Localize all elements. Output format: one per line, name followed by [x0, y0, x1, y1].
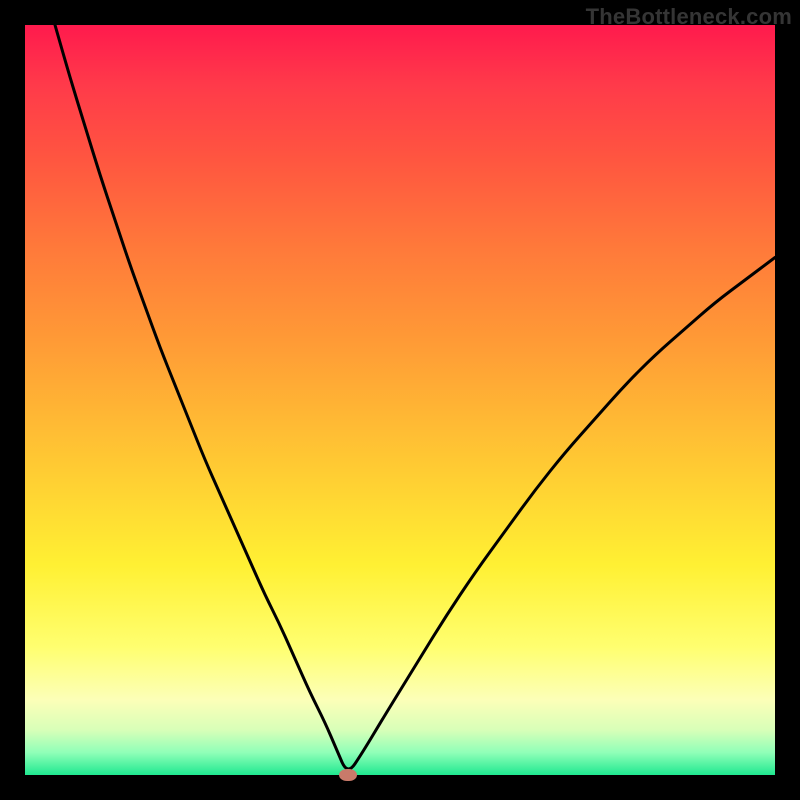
- bottleneck-curve: [25, 25, 775, 775]
- optimum-marker: [339, 769, 357, 781]
- chart-plot-area: [25, 25, 775, 775]
